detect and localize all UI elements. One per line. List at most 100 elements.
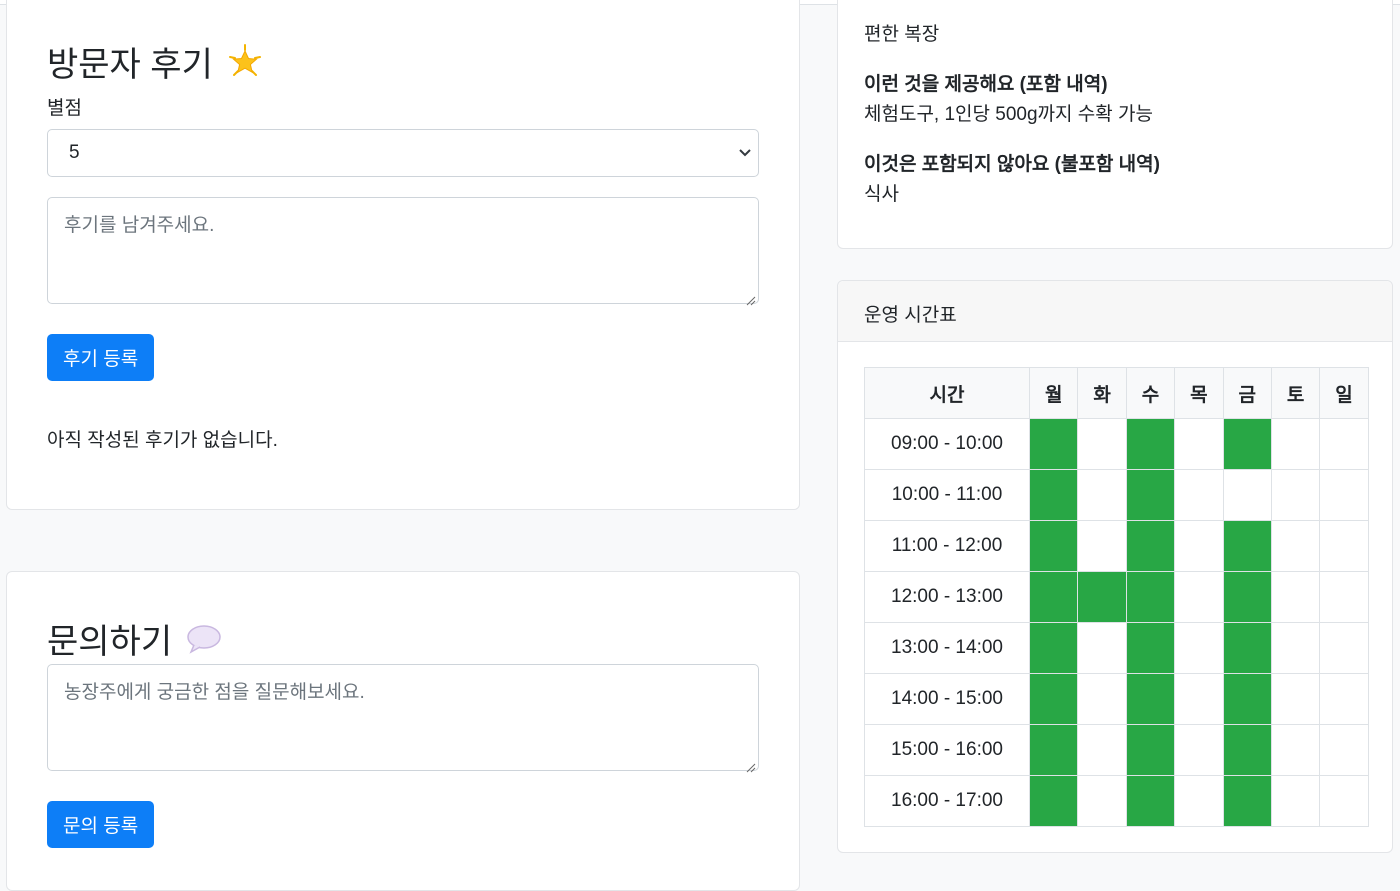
schedule-header: 운영 시간표 <box>838 281 1392 342</box>
inquiry-card: 문의하기 농장주에게 궁금한 점을 질문해보세요. 문의 등록 <box>6 571 800 891</box>
info-card: 편한 복장 이런 것을 제공해요 (포함 내역) 체험도구, 1인당 500g까… <box>837 0 1393 249</box>
time-column-header: 시간 <box>864 367 1030 419</box>
schedule-cell-open <box>1028 520 1079 572</box>
schedule-cell-open <box>1125 571 1176 623</box>
schedule-cell-open <box>1028 775 1079 827</box>
schedule-cell-open <box>1222 622 1272 674</box>
schedule-cell-closed <box>1077 724 1127 776</box>
day-column-header: 토 <box>1270 367 1321 419</box>
excluded-label: 이것은 포함되지 않아요 (불포함 내역) <box>864 154 1160 175</box>
day-column-header: 월 <box>1028 367 1079 419</box>
schedule-cell-open <box>1028 724 1079 776</box>
review-card: 방문자 후기 별점 5 후기를 남겨주세요. 후기 등록 아직 작성된 후기가 … <box>6 0 800 510</box>
schedule-row: 15:00 - 16:00 <box>864 724 1369 776</box>
rating-select[interactable]: 5 <box>47 129 759 177</box>
inquiry-title: 문의하기 <box>47 614 222 663</box>
schedule-row: 14:00 - 15:00 <box>864 673 1369 725</box>
schedule-row: 12:00 - 13:00 <box>864 571 1369 623</box>
schedule-cell-open <box>1125 469 1176 521</box>
schedule-cell-open <box>1125 622 1176 674</box>
schedule-cell-closed <box>1077 775 1127 827</box>
review-textarea[interactable]: 후기를 남겨주세요. <box>47 197 759 306</box>
schedule-cell-open <box>1028 571 1079 623</box>
schedule-cell-closed <box>1319 469 1369 521</box>
schedule-head-row: 시간 월화수목금토일 <box>864 367 1369 419</box>
day-column-header: 화 <box>1077 367 1127 419</box>
schedule-card: 운영 시간표 시간 월화수목금토일 09:00 - 10:00 10:00 - 1… <box>837 280 1393 853</box>
schedule-cell-closed <box>1319 673 1369 725</box>
time-slot-label: 10:00 - 11:00 <box>864 469 1030 521</box>
schedule-cell-open <box>1077 571 1127 623</box>
schedule-cell-closed <box>1270 673 1321 725</box>
review-submit-button[interactable]: 후기 등록 <box>47 334 155 381</box>
schedule-cell-closed <box>1077 622 1127 674</box>
schedule-cell-closed <box>1077 673 1127 725</box>
schedule-body: 09:00 - 10:00 10:00 - 11:00 11:00 - 12:00 1… <box>864 418 1369 827</box>
included-value: 체험도구, 1인당 500g까지 수확 가능 <box>864 104 1153 125</box>
day-column-header: 금 <box>1222 367 1272 419</box>
schedule-cell-closed <box>1270 775 1321 827</box>
speech-bubble-emoji-icon <box>186 624 222 654</box>
schedule-cell-closed <box>1319 724 1369 776</box>
schedule-cell-closed <box>1077 520 1127 572</box>
schedule-cell-closed <box>1174 775 1224 827</box>
excluded-value: 식사 <box>864 184 899 205</box>
schedule-cell-closed <box>1174 571 1224 623</box>
inquiry-textarea-placeholder: 농장주에게 궁금한 점을 질문해보세요. <box>64 682 365 703</box>
schedule-cell-closed <box>1174 520 1224 572</box>
schedule-cell-open <box>1222 673 1272 725</box>
day-column-header: 목 <box>1174 367 1224 419</box>
review-textarea-placeholder: 후기를 남겨주세요. <box>64 215 215 236</box>
schedule-row: 10:00 - 11:00 <box>864 469 1369 521</box>
time-slot-label: 09:00 - 10:00 <box>864 418 1030 470</box>
day-column-header: 수 <box>1125 367 1176 419</box>
inquiry-title-text: 문의하기 <box>47 623 173 661</box>
schedule-cell-open <box>1125 775 1176 827</box>
schedule-cell-open <box>1028 673 1079 725</box>
schedule-cell-open <box>1222 571 1272 623</box>
schedule-cell-closed <box>1174 469 1224 521</box>
time-slot-label: 16:00 - 17:00 <box>864 775 1030 827</box>
dress-value: 편한 복장 <box>864 24 940 45</box>
review-empty-text: 아직 작성된 후기가 없습니다. <box>47 430 278 451</box>
schedule-cell-closed <box>1222 469 1272 521</box>
schedule-row: 13:00 - 14:00 <box>864 622 1369 674</box>
resize-grip-icon[interactable] <box>745 290 756 306</box>
schedule-cell-closed <box>1270 418 1321 470</box>
schedule-row: 09:00 - 10:00 <box>864 418 1369 470</box>
schedule-cell-open <box>1222 724 1272 776</box>
schedule-table: 시간 월화수목금토일 09:00 - 10:00 10:00 - 11:00 11:… <box>864 367 1369 827</box>
schedule-cell-open <box>1125 418 1176 470</box>
schedule-cell-open <box>1028 622 1079 674</box>
schedule-cell-closed <box>1319 418 1369 470</box>
schedule-cell-open <box>1222 418 1272 470</box>
chevron-down-icon <box>738 144 752 162</box>
time-slot-label: 12:00 - 13:00 <box>864 571 1030 623</box>
included-label: 이런 것을 제공해요 (포함 내역) <box>864 74 1108 95</box>
schedule-cell-closed <box>1270 469 1321 521</box>
rating-select-value: 5 <box>69 142 80 163</box>
time-slot-label: 13:00 - 14:00 <box>864 622 1030 674</box>
schedule-cell-open <box>1028 418 1079 470</box>
schedule-cell-closed <box>1174 622 1224 674</box>
resize-grip-icon[interactable] <box>745 757 756 773</box>
schedule-cell-closed <box>1270 520 1321 572</box>
schedule-row: 11:00 - 12:00 <box>864 520 1369 572</box>
schedule-cell-open <box>1222 775 1272 827</box>
schedule-cell-closed <box>1174 418 1224 470</box>
schedule-cell-closed <box>1319 520 1369 572</box>
schedule-cell-closed <box>1077 418 1127 470</box>
schedule-cell-closed <box>1319 571 1369 623</box>
inquiry-submit-button[interactable]: 문의 등록 <box>47 801 155 848</box>
schedule-cell-closed <box>1174 673 1224 725</box>
rating-label: 별점 <box>47 98 82 119</box>
schedule-cell-open <box>1028 469 1079 521</box>
schedule-cell-closed <box>1319 622 1369 674</box>
schedule-cell-closed <box>1270 622 1321 674</box>
inquiry-textarea[interactable]: 농장주에게 궁금한 점을 질문해보세요. <box>47 664 759 773</box>
schedule-cell-closed <box>1270 724 1321 776</box>
time-slot-label: 11:00 - 12:00 <box>864 520 1030 572</box>
time-slot-label: 15:00 - 16:00 <box>864 724 1030 776</box>
review-title: 방문자 후기 <box>47 37 263 86</box>
day-column-header: 일 <box>1319 367 1369 419</box>
